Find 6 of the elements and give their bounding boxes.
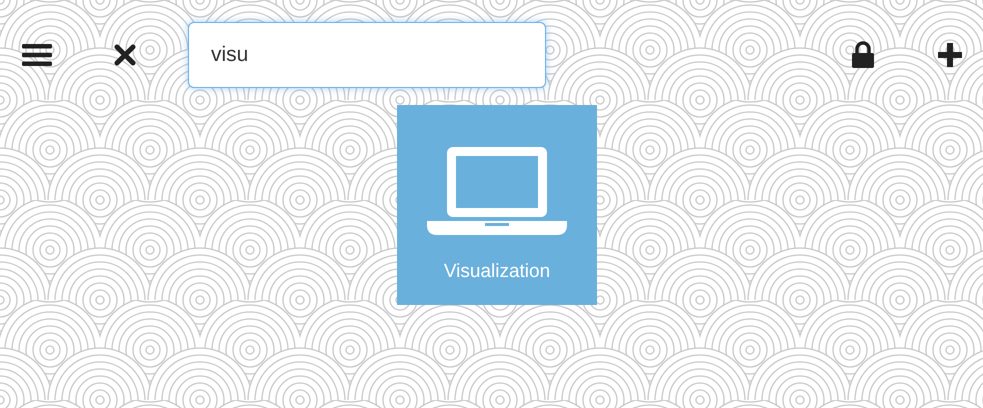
lock-icon[interactable] bbox=[851, 41, 875, 69]
menu-icon[interactable] bbox=[22, 43, 52, 67]
add-icon[interactable] bbox=[937, 42, 963, 68]
search-field[interactable]: visu bbox=[188, 22, 546, 88]
close-icon[interactable] bbox=[114, 44, 136, 66]
laptop-icon bbox=[427, 145, 567, 237]
